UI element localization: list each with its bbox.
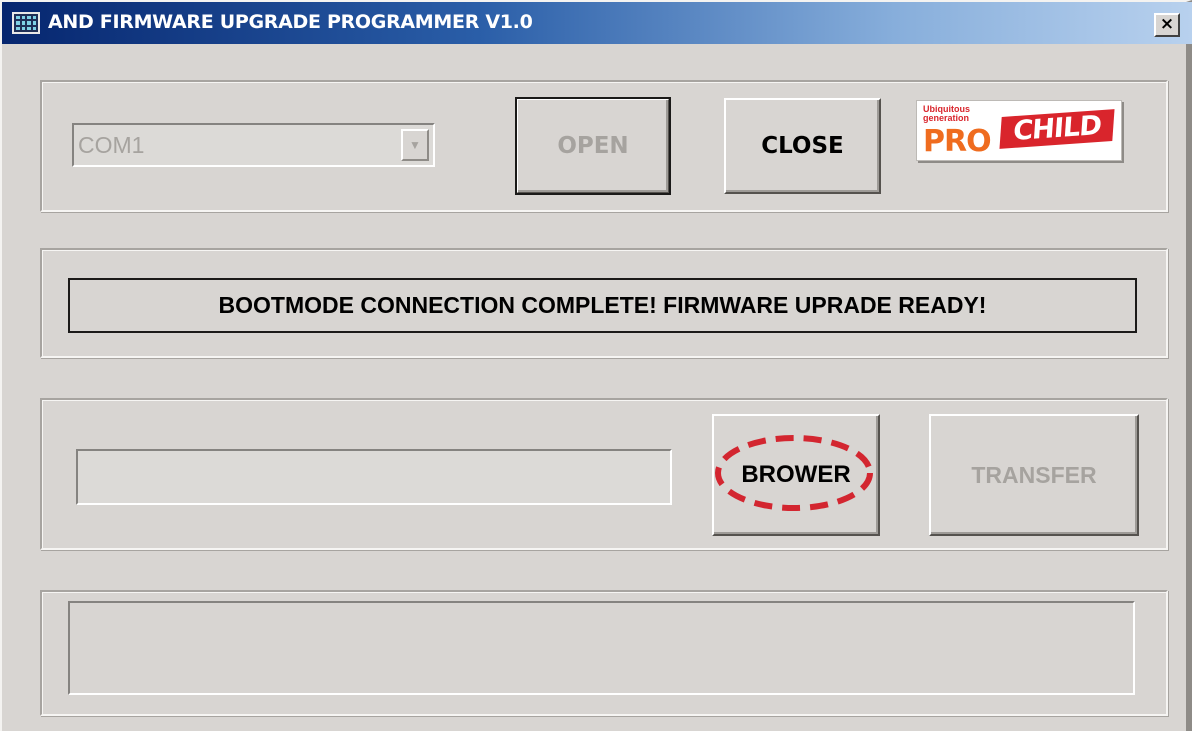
firmware-path-field[interactable] xyxy=(76,449,672,505)
app-grid-icon xyxy=(12,12,40,34)
app-window: AND FIRMWARE UPGRADE PROGRAMMER V1.0 × C… xyxy=(0,0,1192,731)
com-port-value: COM1 xyxy=(78,132,145,158)
status-message: BOOTMODE CONNECTION COMPLETE! FIRMWARE U… xyxy=(68,278,1137,333)
log-output xyxy=(68,601,1135,695)
title-bar[interactable]: AND FIRMWARE UPGRADE PROGRAMMER V1.0 × xyxy=(2,2,1192,44)
chevron-down-icon[interactable]: ▼ xyxy=(401,129,429,161)
logo-child-text: CHILD xyxy=(999,109,1115,149)
close-port-button[interactable]: CLOSE xyxy=(724,98,881,194)
window-title: AND FIRMWARE UPGRADE PROGRAMMER V1.0 xyxy=(48,11,533,33)
prochild-logo: Ubiquitous generation PRO CHILD xyxy=(916,100,1122,161)
browse-button[interactable]: BROWER xyxy=(712,414,880,536)
close-window-button[interactable]: × xyxy=(1154,13,1180,37)
com-port-select[interactable]: COM1 ▼ xyxy=(72,123,435,167)
transfer-button[interactable]: TRANSFER xyxy=(929,414,1139,536)
open-button[interactable]: OPEN xyxy=(515,97,671,195)
close-icon: × xyxy=(1159,14,1175,34)
logo-tagline: Ubiquitous generation xyxy=(923,104,970,123)
logo-pro-text: PRO xyxy=(923,124,992,159)
